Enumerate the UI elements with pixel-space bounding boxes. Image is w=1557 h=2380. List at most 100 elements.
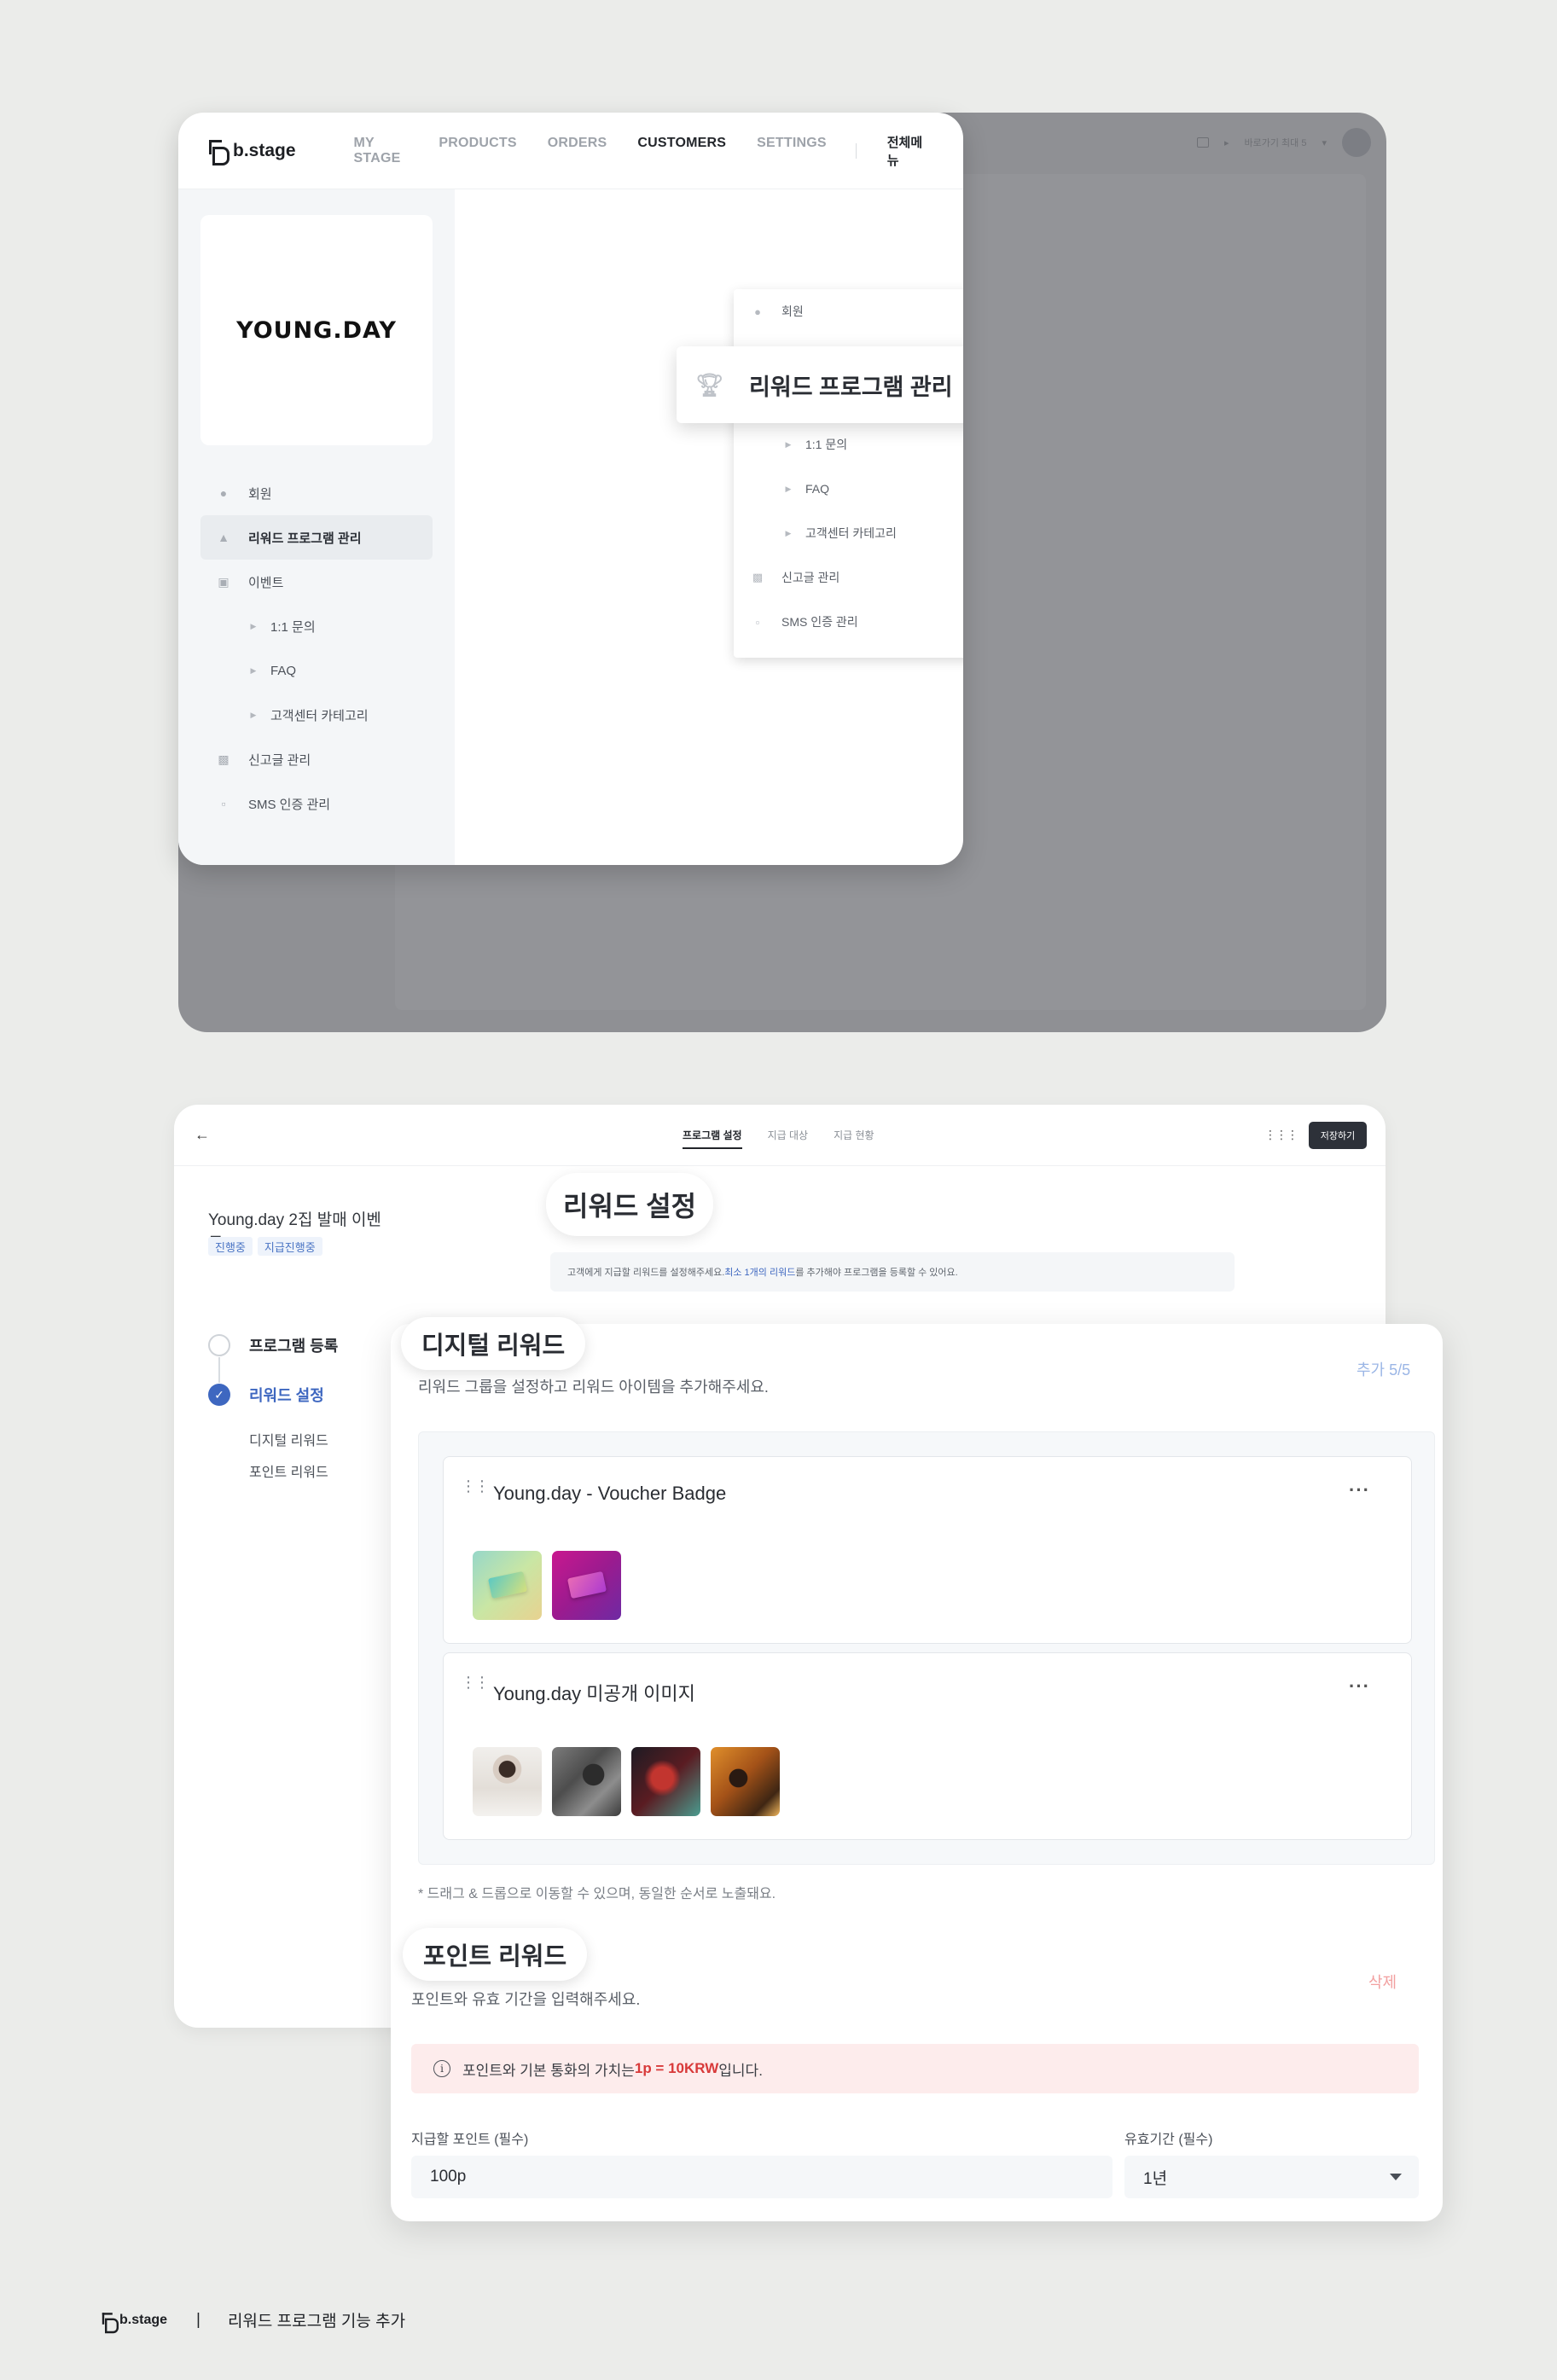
footer-caption: b.stage | 리워드 프로그램 기능 추가	[101, 2308, 406, 2333]
notice-text: 포인트와 기본 통화의 가치는	[462, 2062, 635, 2079]
sidebar-item[interactable]: ▶ 1:1 문의	[200, 604, 433, 648]
editor-tab[interactable]: 프로그램 설정	[683, 1128, 742, 1149]
editor-tab[interactable]: 지급 현황	[834, 1128, 874, 1142]
sidebar-item[interactable]: ▲ 리워드 프로그램 관리	[200, 515, 433, 560]
save-button[interactable]: 저장하기	[1309, 1121, 1367, 1149]
nav-item-products[interactable]: PRODUCTS	[439, 136, 516, 166]
customers-dropdown-menu: ● 회원 ▶ 1:1 문의 ▶ FAQ ▶ 고객센터 카테고리 ▩ 신고글 관리 ▫ SMS 인증 관…	[734, 289, 963, 658]
sidebar: YOUNG.DAY ● 회원 ▲ 리워드 프로그램 관리 ▣ 이벤트 ▶ 1:1 문의 ▶ FAQ…	[178, 189, 455, 865]
photo-thumbnail[interactable]	[711, 1747, 780, 1816]
reward-thumbnails	[473, 1747, 780, 1816]
drag-handle-icon[interactable]: ⋮⋮	[461, 1478, 490, 1494]
back-arrow-icon[interactable]: ←	[195, 1126, 210, 1144]
shortcut-label: 바로가기 최대 5	[1244, 138, 1307, 148]
notice-highlight: 최소 1개의 리워드	[724, 1268, 796, 1278]
sidebar-item[interactable]: ● 회원	[200, 471, 433, 515]
step-reward-settings[interactable]: ✓ 리워드 설정	[208, 1383, 338, 1407]
period-select[interactable]: 1년	[1124, 2156, 1419, 2198]
dropdown-item[interactable]: ▶ 고객센터 카테고리	[734, 511, 963, 555]
brand-logo-card: YOUNG.DAY	[200, 215, 433, 445]
reward-program-callout[interactable]: 🏆︎ 리워드 프로그램 관리	[677, 346, 963, 423]
caret-right-icon: ▶	[785, 439, 792, 449]
chat-icon: ▫	[755, 615, 760, 629]
sidebar-item[interactable]: ▶ FAQ	[200, 648, 433, 693]
reward-group-title: Young.day - Voucher Badge	[493, 1483, 727, 1504]
point-reward-title: 포인트 리워드	[403, 1928, 588, 1981]
sidebar-item[interactable]: ▩ 신고글 관리	[200, 737, 433, 781]
photo-thumbnail[interactable]	[473, 1747, 542, 1816]
ticket-shape	[566, 1570, 607, 1599]
dropdown-item[interactable]: ▶ FAQ	[734, 467, 963, 511]
reward-group[interactable]: ⋮⋮ Young.day 미공개 이미지 ···	[443, 1652, 1412, 1840]
nav-item-orders[interactable]: ORDERS	[548, 136, 607, 166]
grid-menu-icon[interactable]: ⋮⋮⋮	[1264, 1128, 1298, 1142]
dropdown-item[interactable]: ▶ 1:1 문의	[734, 422, 963, 467]
step-navigator: 프로그램 등록 ✓ 리워드 설정 디지털 리워드 포인트 리워드	[208, 1333, 338, 1489]
sidebar-item-label: FAQ	[270, 663, 297, 678]
step-label: 리워드 설정	[249, 1387, 324, 1404]
editor-tab[interactable]: 지급 대상	[768, 1128, 809, 1142]
trophy-icon: ▲	[218, 531, 229, 544]
substep-digital-reward[interactable]: 디지털 리워드	[249, 1425, 338, 1457]
logo-text: b.stage	[233, 140, 296, 160]
reward-group-list: ⋮⋮ Young.day - Voucher Badge ··· ⋮⋮ Youn…	[418, 1431, 1435, 1865]
reward-group-title: Young.day 미공개 이미지	[493, 1683, 695, 1704]
dropdown-item[interactable]: ▩ 신고글 관리	[734, 555, 963, 600]
status-badge: 지급진행중	[257, 1237, 322, 1256]
reward-thumbnails	[473, 1551, 621, 1620]
main-nav: MY STAGE PRODUCTS ORDERS CUSTOMERS SETTINGS	[354, 136, 827, 166]
points-value: 100p	[430, 2168, 467, 2186]
dropdown-item[interactable]: ● 회원	[734, 289, 963, 334]
nav-item-settings[interactable]: SETTINGS	[757, 136, 827, 166]
calendar-icon: ▣	[218, 574, 229, 589]
all-menu-link[interactable]: 전체메뉴	[887, 133, 932, 169]
dropdown-item-label: 고객센터 카테고리	[805, 526, 897, 540]
photo-thumbnail[interactable]	[552, 1747, 621, 1816]
notice-text-end: 를 추가해야 프로그램을 등록할 수 있어요.	[795, 1268, 958, 1278]
more-options-icon[interactable]: ···	[1349, 1675, 1370, 1698]
footer-divider: |	[196, 2310, 200, 2329]
step-program-register[interactable]: 프로그램 등록	[208, 1333, 338, 1357]
footer-caption-text: 리워드 프로그램 기능 추가	[227, 2313, 406, 2331]
sidebar-item[interactable]: ▫ SMS 인증 관리	[200, 781, 433, 826]
status-chips: 진행중 지급진행중	[208, 1237, 322, 1256]
delete-button[interactable]: 삭제	[1368, 1971, 1397, 1993]
drag-handle-icon[interactable]: ⋮⋮	[461, 1675, 490, 1690]
admin-window: b.stage MY STAGE PRODUCTS ORDERS CUSTOMERS S…	[178, 113, 963, 865]
editor-left-panel: Young.day 2집 발매 이벤트 진행중지급진행중 프로그램 등록 ✓ 리…	[174, 1166, 394, 2028]
point-reward-desc: 포인트와 유효 기간을 입력해주세요.	[411, 1991, 641, 2008]
nav-item-my-stage[interactable]: MY STAGE	[354, 136, 409, 166]
sidebar-item-label: 이벤트	[248, 575, 284, 590]
top-navigation: b.stage MY STAGE PRODUCTS ORDERS CUSTOMERS S…	[178, 113, 963, 189]
period-value: 1년	[1143, 2169, 1168, 2188]
report-icon: ▩	[752, 571, 764, 583]
dropdown-item-label: 회원	[781, 305, 804, 318]
reward-settings-notice: 고객에게 지급할 리워드를 설정해주세요. 최소 1개의 리워드 를 추가해야 …	[550, 1252, 1235, 1292]
sidebar-item[interactable]: ▣ 이벤트	[200, 560, 433, 604]
sidebar-item-label: 회원	[248, 486, 272, 502]
info-icon: i	[433, 2060, 450, 2077]
sidebar-item-label: 신고글 관리	[248, 752, 311, 768]
photo-thumbnail[interactable]	[631, 1747, 700, 1816]
points-input[interactable]: 100p	[411, 2156, 1113, 2198]
dropdown-item[interactable]: ▫ SMS 인증 관리	[734, 600, 963, 644]
bstage-logo-icon	[102, 2312, 119, 2333]
bstage-logo[interactable]: b.stage	[209, 139, 296, 165]
check-circle-icon: ✓	[208, 1384, 230, 1406]
substep-list: 디지털 리워드 포인트 리워드	[208, 1425, 338, 1489]
status-badge: 진행중	[208, 1237, 253, 1256]
reward-group[interactable]: ⋮⋮ Young.day - Voucher Badge ···	[443, 1456, 1412, 1644]
more-options-icon[interactable]: ···	[1349, 1479, 1370, 1501]
voucher-badge-thumbnail[interactable]	[473, 1551, 542, 1620]
caret-right-icon: ▶	[785, 484, 792, 493]
sidebar-item-label: 고객센터 카테고리	[270, 708, 369, 723]
chat-icon: ▫	[221, 797, 226, 810]
nav-divider	[855, 142, 857, 159]
voucher-badge-thumbnail[interactable]	[552, 1551, 621, 1620]
sidebar-item[interactable]: ▶ 고객센터 카테고리	[200, 693, 433, 737]
sidebar-item-label: 1:1 문의	[270, 619, 316, 635]
reward-counter: 추가 5/5	[1357, 1361, 1411, 1379]
nav-item-customers[interactable]: CUSTOMERS	[637, 136, 726, 166]
sidebar-item-label: SMS 인증 관리	[248, 797, 331, 812]
substep-point-reward[interactable]: 포인트 리워드	[249, 1457, 338, 1489]
